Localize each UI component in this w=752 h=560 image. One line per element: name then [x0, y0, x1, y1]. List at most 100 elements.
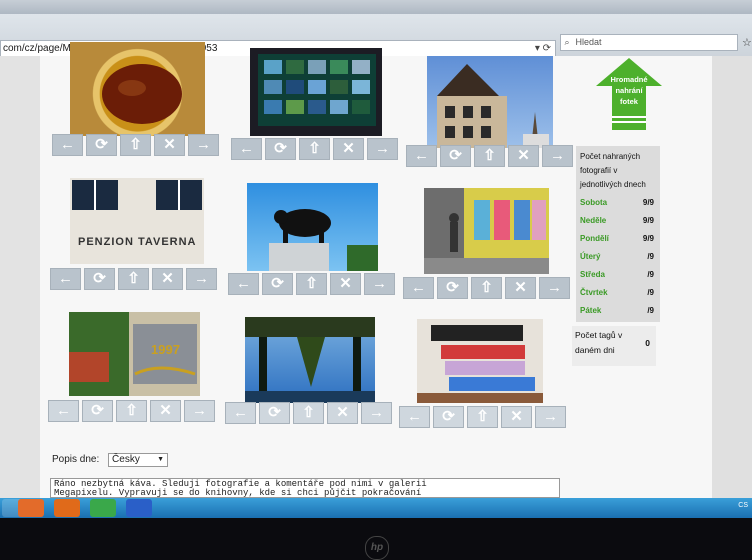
chevron-down-icon: ▼	[157, 456, 165, 463]
move-right-button[interactable]: →	[542, 145, 573, 167]
move-right-button[interactable]: →	[535, 406, 566, 428]
rotate-button[interactable]: ⟳	[82, 400, 113, 422]
bulk-upload-button[interactable]: Hromadné nahrání fotek	[594, 56, 664, 132]
right-margin	[712, 56, 752, 498]
move-left-button[interactable]: ←	[228, 273, 259, 295]
delete-button[interactable]: ✕	[154, 134, 185, 156]
tea-illustration	[102, 64, 182, 124]
move-up-button[interactable]: ⇧	[120, 134, 151, 156]
move-left-button[interactable]: ←	[231, 138, 262, 160]
stat-day[interactable]: Úterý	[580, 252, 600, 261]
delete-button[interactable]: ✕	[330, 273, 361, 295]
move-right-button[interactable]: →	[367, 138, 398, 160]
stat-day[interactable]: Sobota	[580, 198, 607, 207]
keyboard-language[interactable]: CS	[738, 502, 748, 509]
move-left-button[interactable]: ←	[406, 145, 437, 167]
description-language-row: Popis dne: Česky ▼	[52, 453, 169, 467]
photo-street[interactable]	[424, 188, 549, 274]
move-up-button[interactable]: ⇧	[299, 138, 330, 160]
rotate-button[interactable]: ⟳	[84, 268, 115, 290]
delete-button[interactable]: ✕	[501, 406, 532, 428]
bull-illustration	[269, 209, 378, 271]
delete-button[interactable]: ✕	[327, 402, 358, 424]
bookmark-star-icon[interactable]: ☆	[742, 36, 752, 49]
move-left-button[interactable]: ←	[52, 134, 83, 156]
language-select[interactable]: Česky ▼	[108, 453, 169, 467]
move-up-button[interactable]: ⇧	[474, 145, 505, 167]
stat-row: Úterý/9	[580, 252, 656, 268]
delete-button[interactable]: ✕	[152, 268, 183, 290]
move-right-button[interactable]: →	[188, 134, 219, 156]
reflection-illustration	[245, 317, 375, 403]
tab-bar	[0, 0, 752, 14]
photo-controls-7: ← ⟳ ⇧ ✕ →	[48, 400, 215, 422]
tags-count-panel: Počet tagů v daném dni 0	[572, 326, 656, 366]
photo-controls-9: ← ⟳ ⇧ ✕ →	[399, 406, 566, 428]
move-up-button[interactable]: ⇧	[293, 402, 324, 424]
reload-icon[interactable]: ▾ ⟳	[535, 41, 551, 57]
delete-button[interactable]: ✕	[150, 400, 181, 422]
photo-controls-3: ← ⟳ ⇧ ✕ →	[406, 145, 573, 167]
word-icon[interactable]	[126, 499, 152, 517]
tags-label: Počet tagů v daném dni	[575, 330, 623, 355]
photo-tea[interactable]	[70, 42, 205, 136]
stat-day[interactable]: Neděle	[580, 216, 606, 225]
move-up-button[interactable]: ⇧	[116, 400, 147, 422]
stat-row: Středa/9	[580, 270, 656, 286]
stat-row: Neděle 9/9	[580, 216, 656, 232]
move-right-button[interactable]: →	[184, 400, 215, 422]
language-value: Česky	[112, 454, 140, 465]
rotate-button[interactable]: ⟳	[262, 273, 293, 295]
move-up-button[interactable]: ⇧	[467, 406, 498, 428]
photo-books[interactable]	[417, 319, 543, 403]
photo-controls-2: ← ⟳ ⇧ ✕ →	[231, 138, 398, 160]
move-up-button[interactable]: ⇧	[296, 273, 327, 295]
stat-day[interactable]: Pondělí	[580, 234, 609, 243]
firefox-icon[interactable]	[54, 499, 80, 517]
stat-value: 9/9	[642, 198, 654, 207]
rotate-button[interactable]: ⟳	[259, 402, 290, 424]
penzion-sign: PENZION TAVERNA	[78, 236, 197, 248]
stat-row: Pondělí 9/9	[580, 234, 656, 250]
photo-reflection[interactable]	[245, 317, 375, 403]
search-placeholder: Hledat	[575, 37, 602, 47]
move-left-button[interactable]: ←	[225, 402, 256, 424]
move-up-button[interactable]: ⇧	[118, 268, 149, 290]
move-left-button[interactable]: ←	[48, 400, 79, 422]
search-input[interactable]: ⌕ Hledat	[560, 34, 738, 51]
photo-controls-4: ← ⟳ ⇧ ✕ →	[50, 268, 217, 290]
app-icon[interactable]	[90, 499, 116, 517]
rotate-button[interactable]: ⟳	[265, 138, 296, 160]
hp-logo: hp	[365, 536, 389, 560]
photo-monitor[interactable]	[250, 48, 382, 136]
delete-button[interactable]: ✕	[333, 138, 364, 160]
stat-day[interactable]: Pátek	[580, 306, 601, 315]
move-right-button[interactable]: →	[361, 402, 392, 424]
rotate-button[interactable]: ⟳	[86, 134, 117, 156]
move-left-button[interactable]: ←	[50, 268, 81, 290]
move-left-button[interactable]: ←	[399, 406, 430, 428]
description-textarea[interactable]: Ráno nezbytná káva. Sleduji fotografie a…	[50, 478, 560, 498]
photo-penzion[interactable]: PENZION TAVERNA	[70, 178, 204, 264]
move-left-button[interactable]: ←	[403, 277, 434, 299]
move-right-button[interactable]: →	[364, 273, 395, 295]
delete-button[interactable]: ✕	[505, 277, 536, 299]
stats-title: Počet nahraných fotografií v jednotlivýc…	[580, 152, 646, 189]
rotate-button[interactable]: ⟳	[433, 406, 464, 428]
move-right-button[interactable]: →	[539, 277, 570, 299]
delete-button[interactable]: ✕	[508, 145, 539, 167]
stat-row: Čtvrtek/9	[580, 288, 656, 304]
photo-house[interactable]	[427, 56, 553, 148]
photo-bull-statue[interactable]	[247, 183, 378, 271]
stat-day[interactable]: Čtvrtek	[580, 288, 608, 297]
rotate-button[interactable]: ⟳	[437, 277, 468, 299]
rotate-button[interactable]: ⟳	[440, 145, 471, 167]
photo-plaque[interactable]: 1997	[69, 312, 200, 396]
photo-controls-6: ← ⟳ ⇧ ✕ →	[403, 277, 570, 299]
left-margin	[0, 56, 40, 498]
move-up-button[interactable]: ⇧	[471, 277, 502, 299]
stat-day[interactable]: Středa	[580, 270, 605, 279]
move-right-button[interactable]: →	[186, 268, 217, 290]
system-tray[interactable]: CS	[738, 502, 748, 509]
media-player-icon[interactable]	[18, 499, 44, 517]
